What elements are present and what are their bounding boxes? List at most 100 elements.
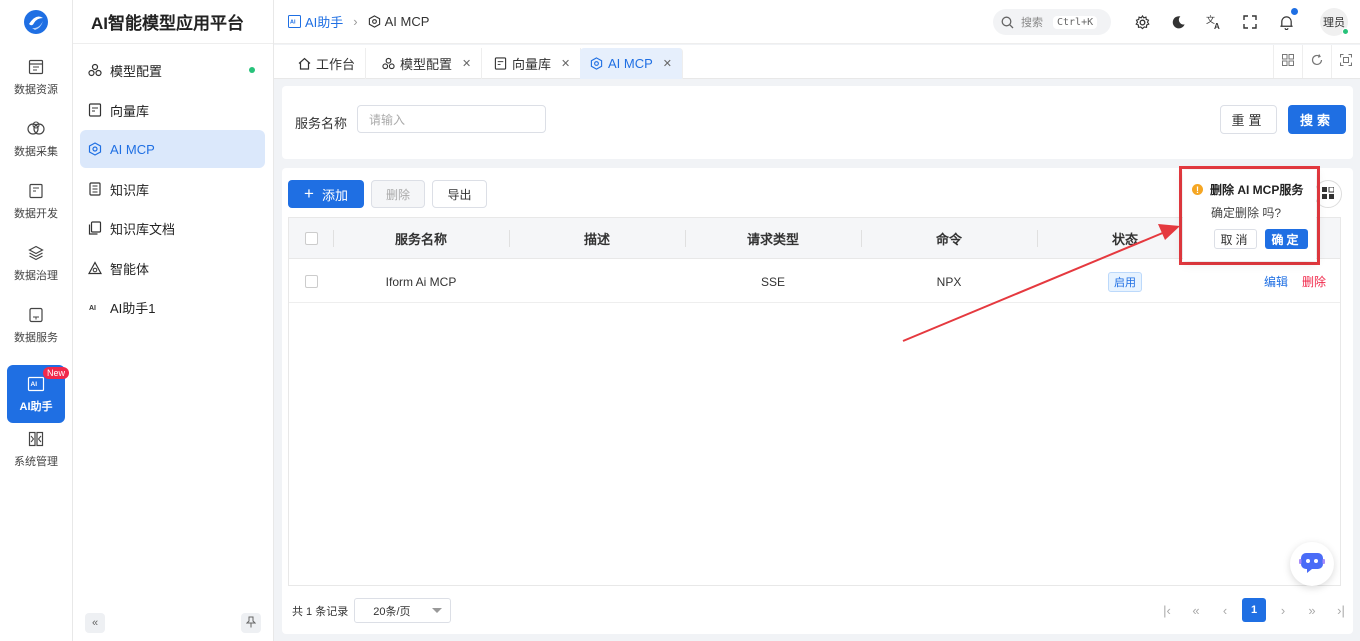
refresh-icon <box>1311 54 1323 69</box>
page-size-select[interactable]: 20条/页 <box>354 598 452 623</box>
row-select-cell <box>289 260 333 303</box>
search-button[interactable]: 搜索 <box>1288 105 1346 134</box>
sidebar-item-ai-mcp[interactable]: AI MCP <box>80 130 265 168</box>
export-button[interactable]: 导出 <box>432 180 487 208</box>
model-icon <box>382 57 395 70</box>
rail-item-data-service[interactable]: 数据服务 <box>7 296 65 354</box>
rail-item-system[interactable]: 系统管理 <box>7 420 65 478</box>
last-page-icon[interactable]: ›| <box>1329 598 1353 622</box>
pin-sidebar-button[interactable] <box>241 613 261 633</box>
settings-icon[interactable] <box>1133 13 1151 31</box>
layers-icon <box>27 244 45 262</box>
mcp-icon <box>590 57 603 70</box>
svg-text:AI: AI <box>290 20 296 26</box>
sidebar-item-label: 向量库 <box>110 103 150 119</box>
svg-text:AI: AI <box>89 305 96 312</box>
breadcrumb-separator: › <box>353 14 358 29</box>
select-all-cell <box>289 218 333 259</box>
rail-item-data-dev[interactable]: 数据开发 <box>7 172 65 230</box>
confirm-button[interactable]: 确定 <box>1265 229 1308 249</box>
cancel-button[interactable]: 取消 <box>1214 229 1257 249</box>
add-button[interactable]: + 添加 <box>288 180 364 208</box>
tab-workbench[interactable]: 工作台 <box>288 48 367 79</box>
chatbot-button[interactable] <box>1290 542 1334 586</box>
sidebar-item-label: AI助手1 <box>110 300 156 316</box>
close-icon[interactable]: ✕ <box>663 57 672 70</box>
refresh-button[interactable] <box>1302 45 1330 78</box>
service-name-input[interactable]: 请输入 <box>357 105 546 133</box>
breadcrumb-parent[interactable]: AI AI助手 <box>288 12 343 31</box>
translate-icon[interactable]: 文A <box>1205 13 1223 31</box>
avatar[interactable]: 理员 <box>1320 8 1349 36</box>
online-dot <box>1342 28 1349 35</box>
prev-jump-icon[interactable]: « <box>1184 598 1208 622</box>
batch-delete-button[interactable]: 删除 <box>371 180 425 208</box>
next-page-icon[interactable]: › <box>1271 598 1295 622</box>
table-icon <box>27 58 45 76</box>
tab-grid-button[interactable] <box>1273 45 1301 78</box>
rail-item-ai-assistant[interactable]: AI AI助手 New <box>7 365 69 423</box>
pagination: |‹ « ‹ 1 › » ›| <box>1150 598 1353 622</box>
app-logo[interactable] <box>0 0 72 44</box>
status-dot <box>249 67 255 73</box>
rail-item-data-collect[interactable]: 数据采集 <box>7 110 65 168</box>
rail-item-data-resource[interactable]: 数据资源 <box>7 48 65 106</box>
column-header: 请求类型 <box>685 218 861 259</box>
status-badge: 启用 <box>1108 271 1142 292</box>
popconfirm-title: ! 删除 AI MCP服务 <box>1192 181 1303 198</box>
global-search[interactable]: 搜索 Ctrl+K <box>993 9 1111 35</box>
rail-item-data-governance[interactable]: 数据治理 <box>7 234 65 292</box>
mcp-icon <box>88 142 102 156</box>
screen-expand-button[interactable] <box>1331 45 1359 78</box>
search-icon <box>1001 16 1014 29</box>
row-checkbox[interactable] <box>304 275 318 288</box>
tab-vector[interactable]: 向量库 ✕ <box>484 48 582 79</box>
fullscreen-icon[interactable] <box>1241 13 1259 31</box>
rail-label: 数据服务 <box>14 331 58 344</box>
collapse-sidebar-button[interactable]: « <box>85 613 105 633</box>
sidebar-item-vector[interactable]: 向量库 <box>80 91 265 129</box>
cell-type: SSE <box>760 274 785 289</box>
cell-actions: 编辑 删除 <box>1213 260 1342 303</box>
double-chevron-left-icon: « <box>91 617 99 629</box>
select-all-checkbox[interactable] <box>304 232 318 245</box>
grid-icon <box>1281 54 1294 69</box>
rail-label: 数据开发 <box>14 207 58 220</box>
breadcrumb-current: AI MCP <box>368 14 429 29</box>
sidebar-item-label: 模型配置 <box>110 63 163 79</box>
doc-icon <box>27 182 45 200</box>
sidebar-item-label: AI MCP <box>110 141 155 157</box>
sidebar-item-agent[interactable]: 智能体 <box>80 249 265 287</box>
close-icon[interactable]: ✕ <box>561 57 570 70</box>
total-count: 共 1 条记录 <box>292 605 349 618</box>
bell-icon[interactable] <box>1277 8 1298 31</box>
plus-icon: + <box>304 184 314 203</box>
first-page-icon[interactable]: |‹ <box>1155 598 1179 622</box>
sidebar-item-ai-assistant-1[interactable]: AI AI助手1 <box>80 288 265 326</box>
sidebar-item-model-config[interactable]: 模型配置 <box>80 51 265 89</box>
column-header: 命令 <box>861 218 1037 259</box>
icon-rail: 数据资源 数据采集 数据开发 数据治理 数据服务 AI AI助手 New 系统管… <box>0 0 73 641</box>
page-number[interactable]: 1 <box>1242 598 1266 622</box>
close-icon[interactable]: ✕ <box>462 57 471 70</box>
home-icon <box>298 57 311 70</box>
agent-icon <box>88 261 102 275</box>
tab-ai-mcp[interactable]: AI MCP ✕ <box>580 48 684 79</box>
next-jump-icon[interactable]: » <box>1300 598 1324 622</box>
svg-text:AI: AI <box>31 381 38 388</box>
prev-page-icon[interactable]: ‹ <box>1213 598 1237 622</box>
system-icon <box>27 430 45 448</box>
sidebar-item-knowledge-doc[interactable]: 知识库文档 <box>80 209 265 247</box>
table-row: Iform Ai MCP SSE NPX 启用 编辑 删除 <box>289 260 1340 303</box>
ai-icon: AI <box>288 15 301 28</box>
dark-mode-icon[interactable] <box>1169 13 1187 31</box>
reset-button[interactable]: 重置 <box>1220 105 1277 134</box>
tab-model-config[interactable]: 模型配置 ✕ <box>372 48 483 79</box>
delete-link[interactable]: 删除 <box>1302 273 1326 290</box>
tab-bar: 工作台 模型配置 ✕ 向量库 ✕ AI MCP ✕ <box>274 45 1360 79</box>
vector-icon <box>494 57 507 70</box>
warning-icon: ! <box>1192 184 1203 195</box>
sidebar-item-knowledge[interactable]: 知识库 <box>80 170 265 208</box>
edit-link[interactable]: 编辑 <box>1264 273 1288 290</box>
model-icon <box>88 63 102 77</box>
